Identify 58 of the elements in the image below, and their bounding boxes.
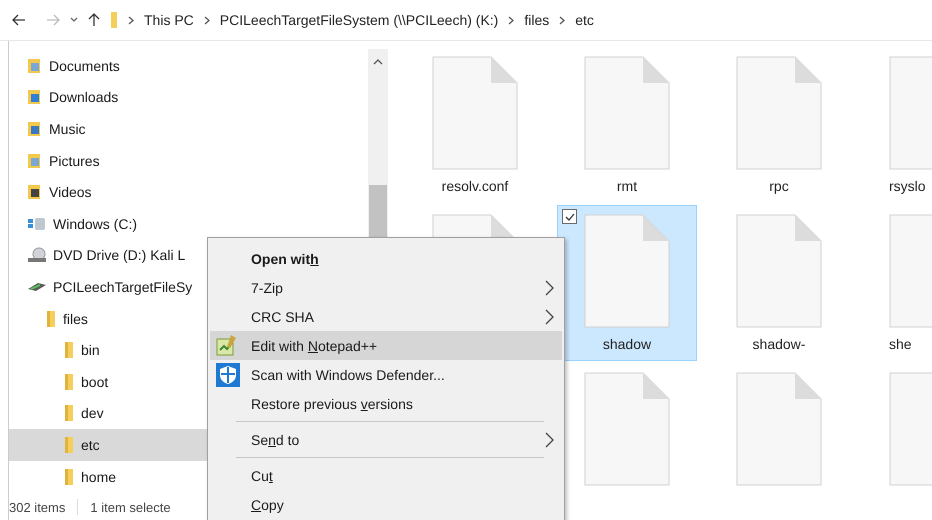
menu-item[interactable]: Scan with Windows Defender...	[210, 360, 562, 389]
file-icon	[584, 214, 670, 328]
chevron-icon	[508, 16, 514, 24]
file-tile[interactable]: she	[861, 205, 932, 361]
network-drive-icon	[27, 282, 47, 292]
notepad-icon	[216, 334, 238, 356]
file-icon	[584, 56, 670, 170]
folder-icon	[63, 372, 75, 391]
file-tile[interactable]: rsyslo	[861, 47, 932, 203]
up-arrow-icon[interactable]	[88, 13, 100, 27]
nav-item[interactable]: Videos	[9, 176, 368, 208]
pictures-folder-icon	[27, 152, 43, 169]
menu-item[interactable]: Cut	[210, 461, 562, 490]
file-icon	[736, 56, 822, 170]
nav-item[interactable]: Music	[9, 113, 368, 145]
file-tile[interactable]: shadow-	[709, 205, 849, 361]
back-arrow-icon[interactable]	[12, 14, 26, 26]
drive-icon	[27, 216, 47, 232]
scroll-up-icon[interactable]	[373, 59, 383, 65]
folder-icon	[110, 11, 118, 29]
folder-icon	[63, 468, 75, 486]
selection-count: 1 item selecte	[90, 500, 171, 515]
menu-item[interactable]: Copy	[210, 490, 562, 519]
breadcrumb[interactable]: This PC	[144, 12, 194, 28]
chevron-icon	[204, 16, 210, 24]
checkbox[interactable]	[562, 209, 577, 224]
file-icon	[736, 372, 822, 486]
item-count: 302 items	[9, 500, 66, 515]
chevron-icon	[128, 16, 134, 24]
breadcrumb[interactable]: PCILeechTargetFileSystem (\\PCILeech) (K:)	[220, 12, 498, 28]
folder-icon	[63, 404, 75, 422]
file-icon	[432, 56, 518, 170]
music-folder-icon	[27, 120, 43, 137]
checkmark-icon	[564, 212, 574, 220]
downloads-folder-icon	[27, 89, 43, 106]
nav-item[interactable]: Windows (C:)	[9, 208, 368, 240]
videos-folder-icon	[27, 184, 43, 200]
file-icon	[736, 214, 822, 328]
nav-item[interactable]: Documents	[9, 50, 368, 82]
folder-icon	[63, 341, 75, 360]
breadcrumb[interactable]: files	[524, 12, 550, 28]
file-tile[interactable]: rpc	[709, 47, 849, 203]
menu-item[interactable]: Restore previous versions	[210, 389, 562, 418]
file-icon	[584, 372, 670, 486]
shield-icon	[216, 363, 240, 387]
chevron-icon	[559, 16, 566, 24]
dropdown-caret-icon[interactable]	[70, 17, 78, 23]
nav-item[interactable]: Downloads	[9, 82, 368, 114]
nav-item[interactable]: Pictures	[9, 144, 368, 176]
file-tile[interactable]: resolv.conf	[405, 47, 545, 203]
breadcrumb[interactable]: etc	[575, 12, 594, 28]
documents-folder-icon	[27, 58, 43, 74]
menu-item[interactable]: Edit with Notepad++	[210, 331, 562, 360]
file-tile[interactable]: rmt	[557, 47, 697, 203]
folder-icon	[45, 310, 57, 328]
dvd-drive-icon	[27, 247, 47, 264]
folder-icon	[63, 436, 75, 454]
file-tile[interactable]: shadow	[557, 205, 697, 361]
